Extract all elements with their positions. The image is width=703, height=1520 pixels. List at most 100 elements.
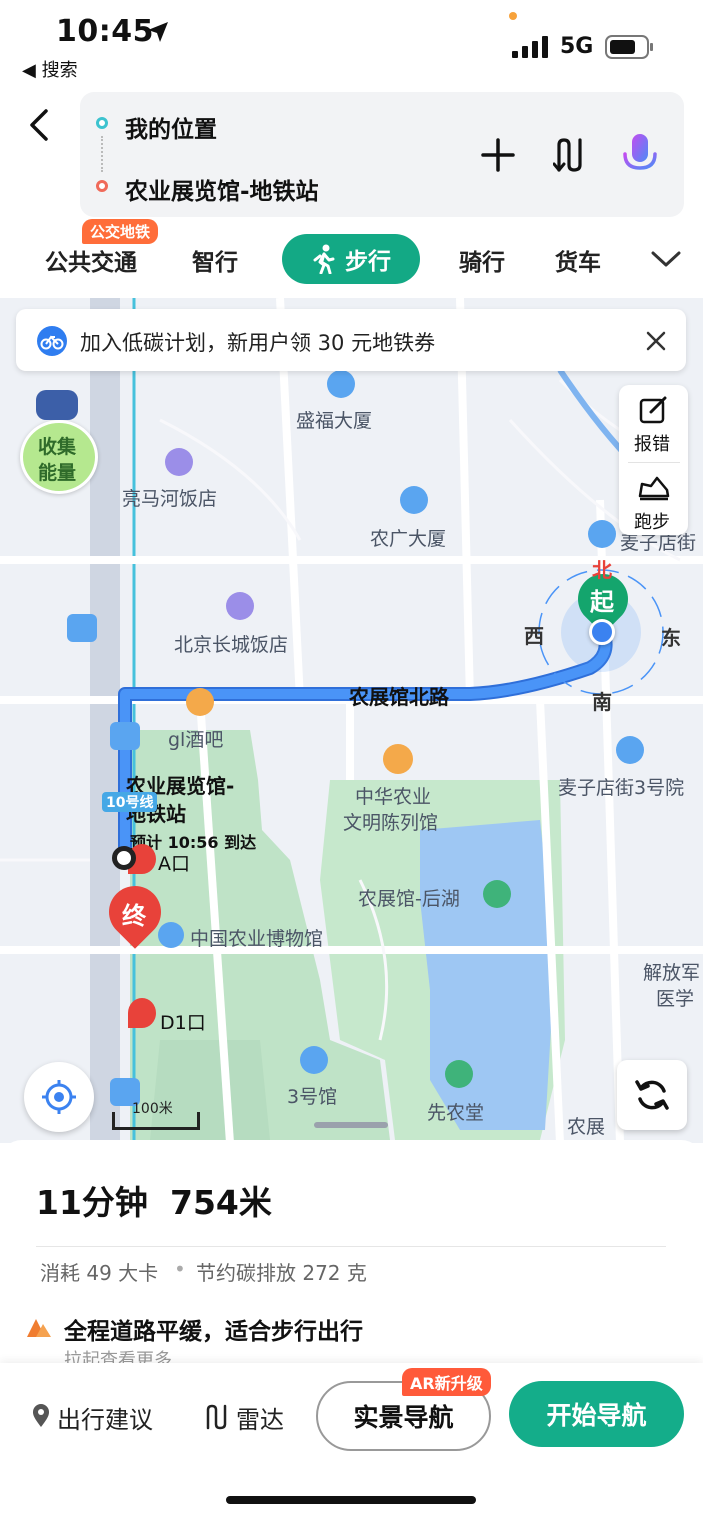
add-waypoint-icon[interactable] [480, 137, 516, 173]
banner-text: 加入低碳计划，新用户领 30 元地铁券 [80, 331, 436, 355]
scale-label: 100米 [132, 1101, 173, 1117]
close-icon[interactable] [645, 330, 667, 352]
bar-icon [186, 688, 214, 716]
tab-walk[interactable]: 步行 [282, 234, 420, 284]
poi-zhonghua-line1[interactable]: 中华农业 [355, 782, 431, 809]
park-icon [445, 1060, 473, 1088]
location-pin-icon [33, 1404, 49, 1427]
robot-icon [36, 390, 78, 420]
end-marker-label: 终 [122, 902, 146, 930]
run-button[interactable]: 跑步 [634, 508, 670, 534]
battery-icon [605, 35, 653, 59]
poi-changcheng[interactable]: 北京长城饭店 [174, 630, 288, 657]
poi-jiefang-line1[interactable]: 解放军 [643, 958, 700, 985]
edit-report-icon [639, 396, 667, 424]
status-time: 10:45 [56, 14, 154, 49]
exit-d1-label[interactable]: D1口 [160, 1008, 206, 1035]
destination-dot-icon [96, 180, 108, 192]
hotel-icon [165, 448, 193, 476]
terrain-icon [27, 1319, 51, 1337]
destination-point-icon [112, 846, 136, 870]
building-icon [588, 520, 616, 548]
bike-circle-icon [37, 326, 67, 356]
back-to-search-link[interactable]: ◀ 搜索 [22, 56, 78, 82]
poi-hall3[interactable]: 3号馆 [287, 1082, 337, 1109]
energy-label-line2: 能量 [38, 462, 77, 484]
refresh-icon [635, 1080, 669, 1110]
poi-jiefang-line2[interactable]: 医学 [656, 984, 694, 1011]
home-indicator[interactable] [226, 1496, 476, 1504]
energy-label-line1: 收集 [38, 436, 77, 458]
current-location-icon [589, 619, 615, 645]
tab-bike[interactable]: 骑行 [459, 243, 505, 277]
report-button[interactable]: 报错 [634, 430, 670, 456]
poi-shengfu[interactable]: 盛福大厦 [296, 406, 372, 433]
crosshair-icon [42, 1080, 76, 1114]
transit-badge: 公交地铁 [82, 219, 159, 244]
hotel-icon [226, 592, 254, 620]
origin-dot-icon [96, 117, 108, 129]
map-view[interactable]: 盛福大厦 亮马河饭店 农广大厦 北京长城饭店 麦子店街 农展馆北路 gl酒吧 中… [0, 298, 703, 1143]
duration: 11分钟 [36, 1183, 148, 1222]
tab-walk-label: 步行 [345, 249, 391, 275]
museum-icon [158, 922, 184, 948]
location-arrow-icon [148, 22, 168, 42]
travel-advice-button[interactable]: 出行建议 [57, 1400, 153, 1435]
tab-truck[interactable]: 货车 [555, 243, 601, 277]
calories: 消耗 49 大卡 [40, 1261, 159, 1285]
privacy-indicator-dot [509, 12, 517, 20]
building-icon [327, 370, 355, 398]
tab-smart[interactable]: 智行 [192, 243, 238, 277]
start-navigation-button[interactable]: 开始导航 [509, 1381, 684, 1447]
poi-maizi-3[interactable]: 麦子店街3号院 [558, 773, 684, 800]
origin-field[interactable]: 我的位置 [125, 110, 217, 144]
exit-a-label[interactable]: A口 [158, 849, 190, 876]
swap-route-icon[interactable] [553, 137, 587, 173]
route-connector [101, 136, 103, 172]
summary-divider [36, 1246, 666, 1247]
exhibition-icon [383, 744, 413, 774]
radar-icon [206, 1404, 227, 1430]
refresh-button[interactable] [617, 1060, 687, 1130]
poi-nongguang[interactable]: 农广大厦 [370, 524, 446, 551]
poi-museum[interactable]: 中国农业博物馆 [190, 924, 323, 951]
microphone-icon[interactable] [620, 132, 660, 178]
park-icon [483, 880, 511, 908]
building-icon [400, 486, 428, 514]
separator-dot: • [174, 1257, 186, 1281]
poi-zhonghua-line2[interactable]: 文明陈列馆 [343, 808, 438, 835]
poi-xiannong[interactable]: 先农堂 [427, 1098, 484, 1125]
compass-south: 南 [592, 690, 612, 714]
radar-button[interactable]: 雷达 [236, 1400, 284, 1435]
road-label: 农展馆北路 [349, 685, 449, 709]
back-chevron-icon[interactable] [26, 108, 54, 142]
compass-east: 东 [661, 626, 681, 650]
poi-liangma[interactable]: 亮马河饭店 [122, 484, 217, 511]
distance: 754米 [170, 1183, 272, 1222]
bus-stop-icon[interactable] [110, 722, 140, 750]
ar-upgrade-badge: AR新升级 [402, 1368, 491, 1396]
chevron-down-icon[interactable] [651, 250, 681, 268]
tab-transit[interactable]: 公共交通 [45, 243, 137, 277]
poi-gl-bar[interactable]: gl酒吧 [168, 725, 223, 752]
route-tip: 全程道路平缓，适合步行出行 [64, 1319, 363, 1345]
destination-field[interactable]: 农业展览馆-地铁站 [125, 172, 319, 206]
poi-houhu[interactable]: 农展馆-后湖 [358, 884, 460, 911]
screen: 10:45 ◀ 搜索 5G 我的位置 农业展览馆-地铁站 公交地铁 公共交通 智… [0, 0, 703, 1520]
pull-up-hint[interactable]: 拉起查看更多 [64, 1346, 172, 1363]
network-type: 5G [560, 34, 594, 59]
walking-person-icon [313, 244, 335, 274]
compass-west: 西 [524, 624, 544, 648]
tool-divider [628, 462, 680, 463]
carbon-saving: 节约碳排放 272 克 [196, 1261, 367, 1285]
bus-stop-icon[interactable] [67, 614, 97, 642]
line10-label: 10号线 [102, 792, 158, 812]
subway-exit-icon [128, 998, 156, 1028]
drag-handle[interactable] [314, 1122, 388, 1128]
start-marker-label: 起 [590, 588, 614, 616]
poi-nongzhan[interactable]: 农展 [567, 1112, 605, 1139]
signal-icon [512, 36, 548, 58]
compass-north: 北 [592, 558, 612, 582]
building-icon [616, 736, 644, 764]
locate-button[interactable] [24, 1062, 94, 1132]
